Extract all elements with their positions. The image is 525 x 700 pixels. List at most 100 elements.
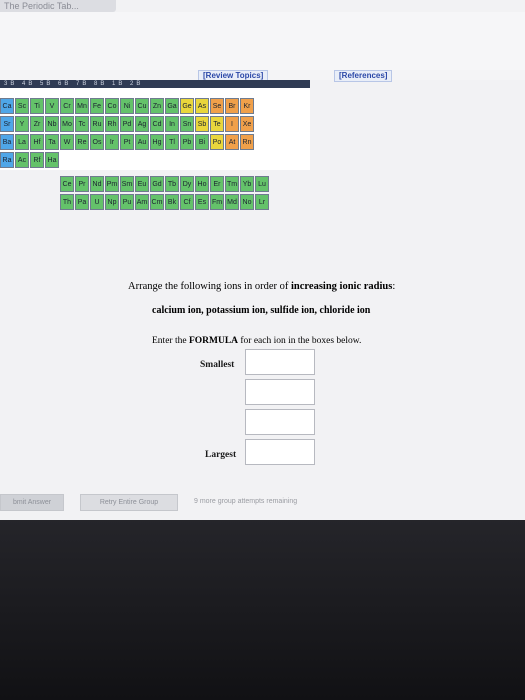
formula-instruction: Enter the FORMULA for each ion in the bo… (152, 336, 362, 346)
references-link[interactable]: [References] (334, 70, 393, 82)
element-cell[interactable]: Sb (195, 116, 209, 132)
element-cell[interactable]: Po (210, 134, 224, 150)
element-cell[interactable]: Ti (30, 98, 44, 114)
element-cell[interactable]: Xe (240, 116, 254, 132)
element-cell[interactable]: Nb (45, 116, 59, 132)
element-cell[interactable]: Th (60, 194, 74, 210)
element-cell[interactable]: Fe (90, 98, 104, 114)
element-cell[interactable]: Re (75, 134, 89, 150)
element-cell[interactable]: Fm (210, 194, 224, 210)
element-cell[interactable]: V (45, 98, 59, 114)
element-cell[interactable]: Cr (60, 98, 74, 114)
browser-tab[interactable]: The Periodic Tab... (0, 0, 116, 12)
element-cell[interactable]: Tl (165, 134, 179, 150)
browser-chrome (0, 12, 525, 70)
element-cell[interactable]: Ha (45, 152, 59, 168)
element-cell[interactable]: Sc (15, 98, 29, 114)
element-cell[interactable]: As (195, 98, 209, 114)
element-cell[interactable]: Rn (240, 134, 254, 150)
element-cell[interactable]: Ca (0, 98, 14, 114)
element-cell[interactable]: Co (105, 98, 119, 114)
element-cell[interactable]: Ba (0, 134, 14, 150)
element-cell[interactable]: Tb (165, 176, 179, 192)
periodic-row: Ca Sc Ti V Cr Mn Fe Co Ni Cu Zn Ga Ge As Se Br Kr (0, 98, 255, 116)
element-cell[interactable]: Pt (120, 134, 134, 150)
element-cell[interactable]: Ra (0, 152, 14, 168)
ion-list: calcium ion, potassium ion, sulfide ion,… (152, 305, 371, 316)
element-cell[interactable]: I (225, 116, 239, 132)
element-cell[interactable]: No (240, 194, 254, 210)
element-cell[interactable]: Lr (255, 194, 269, 210)
element-cell[interactable]: Ho (195, 176, 209, 192)
element-cell[interactable]: Se (210, 98, 224, 114)
element-cell[interactable]: Au (135, 134, 149, 150)
element-cell[interactable]: Mn (75, 98, 89, 114)
element-cell[interactable]: Zr (30, 116, 44, 132)
element-cell[interactable]: Gd (150, 176, 164, 192)
element-cell[interactable]: Sr (0, 116, 14, 132)
element-cell[interactable]: Y (15, 116, 29, 132)
element-cell[interactable]: Sn (180, 116, 194, 132)
answer-box-3[interactable] (245, 409, 315, 435)
monitor-bezel (0, 520, 525, 700)
element-cell[interactable]: Ni (120, 98, 134, 114)
element-cell[interactable]: Eu (135, 176, 149, 192)
element-cell[interactable]: Ir (105, 134, 119, 150)
element-cell[interactable]: Lu (255, 176, 269, 192)
element-cell[interactable]: Rf (30, 152, 44, 168)
element-cell[interactable]: Zn (150, 98, 164, 114)
element-cell[interactable]: La (15, 134, 29, 150)
element-cell[interactable]: At (225, 134, 239, 150)
element-cell[interactable]: Tc (75, 116, 89, 132)
question-instruction: Arrange the following ions in order of i… (128, 281, 396, 292)
element-cell[interactable]: Nd (90, 176, 104, 192)
element-cell[interactable]: Ru (90, 116, 104, 132)
element-cell[interactable]: Am (135, 194, 149, 210)
element-cell[interactable]: Pr (75, 176, 89, 192)
answer-box-4[interactable] (245, 439, 315, 465)
element-cell[interactable]: In (165, 116, 179, 132)
element-cell[interactable]: Kr (240, 98, 254, 114)
element-cell[interactable]: Bi (195, 134, 209, 150)
element-cell[interactable]: W (60, 134, 74, 150)
element-cell[interactable]: Os (90, 134, 104, 150)
element-cell[interactable]: Ce (60, 176, 74, 192)
element-cell[interactable]: Pm (105, 176, 119, 192)
element-cell[interactable]: Ge (180, 98, 194, 114)
element-cell[interactable]: Cu (135, 98, 149, 114)
element-cell[interactable]: Dy (180, 176, 194, 192)
periodic-row: Sr Y Zr Nb Mo Tc Ru Rh Pd Ag Cd In Sn Sb Te I Xe (0, 116, 255, 134)
element-cell[interactable]: Hf (30, 134, 44, 150)
element-cell[interactable]: Mo (60, 116, 74, 132)
element-cell[interactable]: Ac (15, 152, 29, 168)
element-cell[interactable]: Ta (45, 134, 59, 150)
element-cell[interactable]: Rh (105, 116, 119, 132)
element-cell[interactable]: Pa (75, 194, 89, 210)
element-cell[interactable]: Tm (225, 176, 239, 192)
element-cell[interactable]: Pd (120, 116, 134, 132)
element-cell[interactable]: Cd (150, 116, 164, 132)
element-cell[interactable]: Te (210, 116, 224, 132)
submit-answer-button[interactable]: bmit Answer (0, 494, 64, 511)
element-cell[interactable]: Cf (180, 194, 194, 210)
element-cell[interactable]: Cm (150, 194, 164, 210)
element-cell[interactable]: Np (105, 194, 119, 210)
f-block-row: Th Pa U Np Pu Am Cm Bk Cf Es Fm Md No Lr (60, 194, 270, 212)
element-cell[interactable]: Md (225, 194, 239, 210)
retry-entire-group-button[interactable]: Retry Entire Group (80, 494, 178, 511)
answer-box-1[interactable] (245, 349, 315, 375)
element-cell[interactable]: Pu (120, 194, 134, 210)
element-cell[interactable]: Es (195, 194, 209, 210)
answer-box-2[interactable] (245, 379, 315, 405)
element-cell[interactable]: Ag (135, 116, 149, 132)
element-cell[interactable]: Er (210, 176, 224, 192)
element-cell[interactable]: U (90, 194, 104, 210)
element-cell[interactable]: Bk (165, 194, 179, 210)
element-cell[interactable]: Ga (165, 98, 179, 114)
element-cell[interactable]: Pb (180, 134, 194, 150)
element-cell[interactable]: Sm (120, 176, 134, 192)
element-cell[interactable]: Hg (150, 134, 164, 150)
attempts-remaining: 9 more group attempts remaining (194, 498, 298, 505)
element-cell[interactable]: Br (225, 98, 239, 114)
element-cell[interactable]: Yb (240, 176, 254, 192)
